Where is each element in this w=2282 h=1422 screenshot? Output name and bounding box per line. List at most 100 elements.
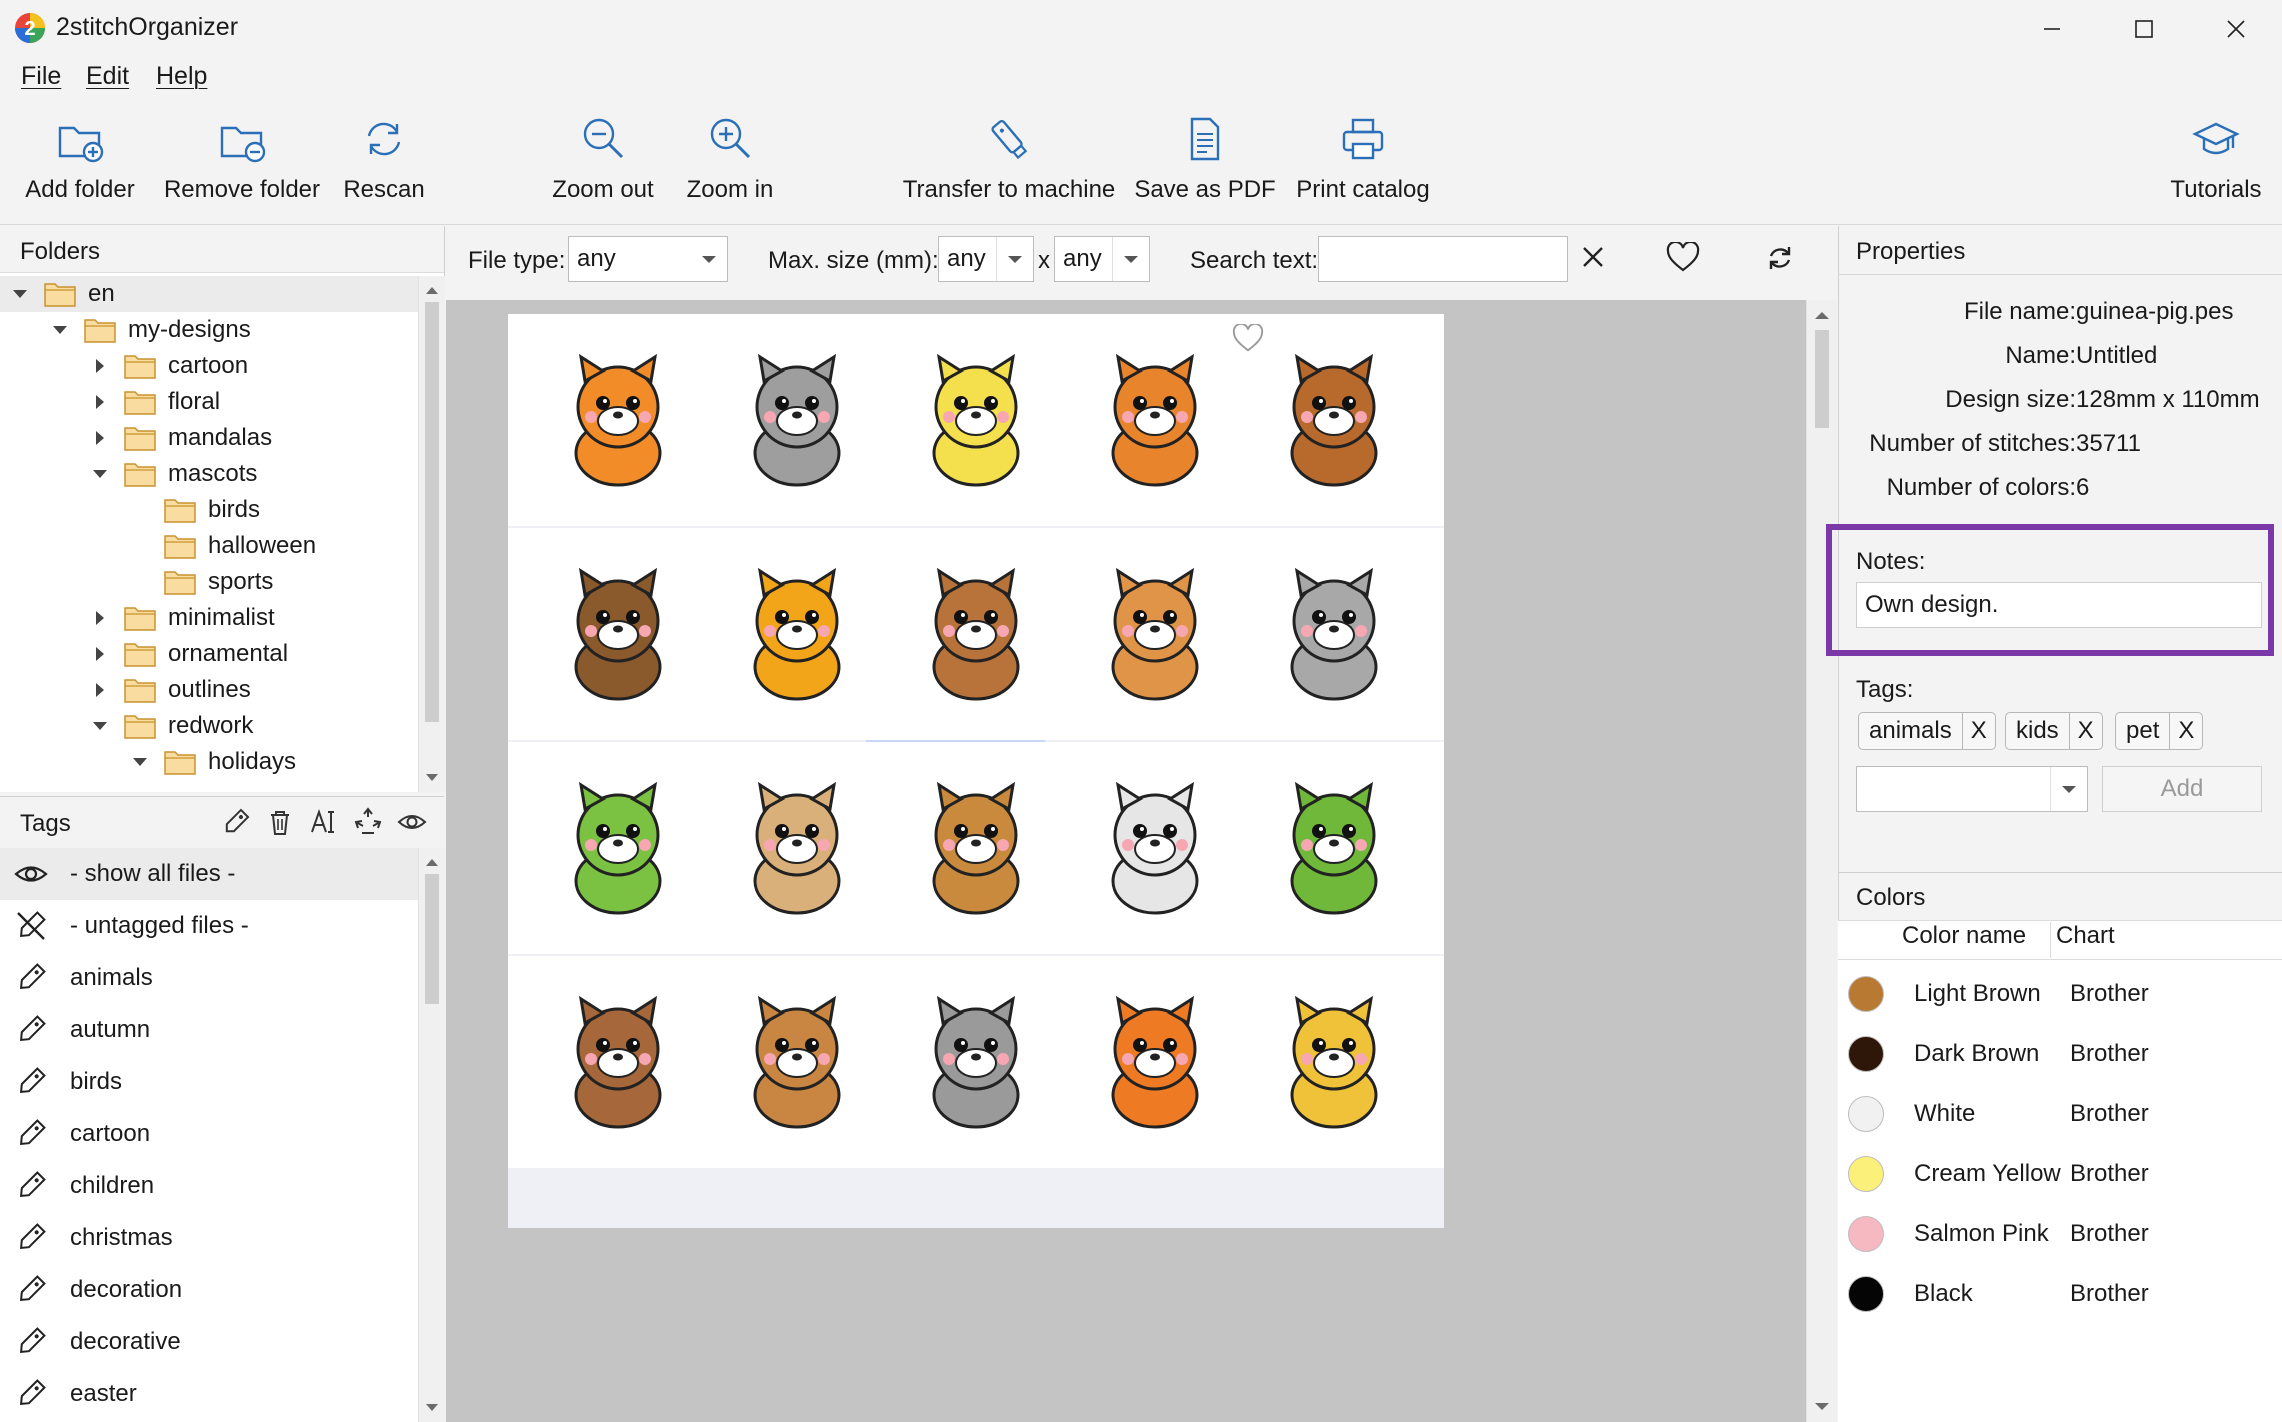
refresh-button[interactable] — [1764, 242, 1796, 274]
file-type-select[interactable]: any — [568, 236, 728, 282]
color-row[interactable]: White Brother — [1838, 1084, 2282, 1144]
tags-scroll-thumb[interactable] — [425, 874, 439, 1004]
folder-item[interactable]: mascots — [0, 456, 418, 492]
search-input[interactable] — [1318, 236, 1568, 282]
folder-item[interactable]: minimalist — [0, 600, 418, 636]
tag-icon — [19, 1119, 46, 1146]
tag-icon — [19, 1067, 46, 1094]
folder-item[interactable]: outlines — [0, 672, 418, 708]
column-divider[interactable] — [2050, 922, 2051, 958]
menu-edit[interactable]: Edit — [86, 62, 129, 91]
tag-item[interactable]: christmas — [0, 1212, 418, 1264]
remove-tag-button[interactable]: X — [1963, 713, 1995, 749]
tag-item[interactable]: autumn — [0, 1004, 418, 1056]
folder-item[interactable]: halloween — [0, 528, 418, 564]
folder-item[interactable]: holidays — [0, 744, 418, 780]
color-row[interactable]: Black Brother — [1838, 1264, 2282, 1324]
collapse-arrow-icon[interactable] — [90, 428, 110, 448]
folder-item[interactable]: my-designs — [0, 312, 418, 348]
folder-item[interactable]: birds — [0, 492, 418, 528]
grid-scrollbar[interactable] — [1806, 300, 1837, 1422]
eye-icon[interactable] — [396, 806, 428, 838]
trash-icon[interactable] — [264, 806, 296, 838]
remove-tag-button[interactable]: X — [2170, 713, 2202, 749]
tag-item[interactable]: easter — [0, 1368, 418, 1420]
add-tag-combobox[interactable] — [1856, 766, 2088, 812]
transfer-to-machine-button[interactable]: Transfer to machine — [900, 104, 1118, 216]
tag-item[interactable]: - show all files - — [0, 848, 418, 900]
collapse-arrow-icon[interactable] — [90, 680, 110, 700]
color-swatch — [1848, 1096, 1884, 1132]
tutorials-button[interactable]: Tutorials — [2160, 104, 2272, 216]
favorite-heart-icon[interactable] — [1232, 324, 1264, 354]
folder-item[interactable]: redwork — [0, 708, 418, 744]
expand-arrow-icon[interactable] — [90, 716, 110, 736]
zoom-out-button[interactable]: Zoom out — [546, 104, 660, 216]
color-row[interactable]: Cream Yellow Brother — [1838, 1144, 2282, 1204]
stitches-label: Number of stitches: — [1869, 430, 2076, 457]
folder-item[interactable]: mandalas — [0, 420, 418, 456]
folder-item[interactable]: ornamental — [0, 636, 418, 672]
color-row[interactable]: Light Brown Brother — [1838, 964, 2282, 1024]
tag-item[interactable]: cartoon — [0, 1108, 418, 1160]
notes-input[interactable]: Own design. — [1856, 582, 2262, 628]
file-card[interactable] — [1224, 956, 1444, 1228]
color-row[interactable]: Dark Brown Brother — [1838, 1024, 2282, 1084]
folder-item[interactable]: en — [0, 276, 418, 312]
remove-tag-button[interactable]: X — [2070, 713, 2102, 749]
add-folder-button[interactable]: Add folder — [14, 104, 146, 216]
clear-search-button[interactable] — [1578, 242, 1608, 272]
remove-folder-label: Remove folder — [163, 176, 321, 203]
max-height-select[interactable]: any — [1054, 236, 1150, 282]
menu-help[interactable]: Help — [156, 62, 207, 91]
close-button[interactable] — [2190, 0, 2282, 58]
tag-item[interactable]: children — [0, 1160, 418, 1212]
folders-scrollbar[interactable] — [418, 276, 445, 792]
tags-scrollbar[interactable] — [418, 848, 445, 1422]
tag-item[interactable]: decorative — [0, 1316, 418, 1368]
minimize-button[interactable] — [2006, 0, 2098, 58]
maximize-button[interactable] — [2098, 0, 2190, 58]
folder-item[interactable]: sports — [0, 564, 418, 600]
embroidery-thumbnail-icon — [932, 353, 1020, 487]
folders-scroll-thumb[interactable] — [425, 302, 439, 722]
save-as-pdf-button[interactable]: Save as PDF — [1134, 104, 1276, 216]
max-width-select[interactable]: any — [938, 236, 1034, 282]
favorites-filter-button[interactable] — [1666, 242, 1700, 274]
remove-folder-button[interactable]: Remove folder — [160, 104, 324, 216]
title-bar — [0, 0, 2282, 58]
folder-item[interactable]: floral — [0, 384, 418, 420]
folders-title: Folders — [20, 238, 101, 265]
print-catalog-button[interactable]: Print catalog — [1290, 104, 1436, 216]
collapse-arrow-icon[interactable] — [90, 392, 110, 412]
tags-label: Tags: — [1856, 676, 1914, 703]
folder-item[interactable]: cartoon — [0, 348, 418, 384]
grid-scroll-thumb[interactable] — [1815, 330, 1829, 428]
tag-item[interactable]: birds — [0, 1056, 418, 1108]
collapse-arrow-icon[interactable] — [90, 608, 110, 628]
tag-item[interactable]: decoration — [0, 1264, 418, 1316]
color-row[interactable]: Salmon Pink Brother — [1838, 1204, 2282, 1264]
name-value[interactable]: Untitled — [2076, 342, 2157, 370]
expand-arrow-icon[interactable] — [130, 752, 150, 772]
rename-icon[interactable] — [308, 806, 340, 838]
collapse-arrow-icon[interactable] — [90, 644, 110, 664]
add-tag-button[interactable]: Add — [2102, 766, 2262, 812]
new-tag-icon[interactable] — [220, 806, 252, 838]
remove-folder-icon — [220, 126, 266, 163]
tag-item[interactable]: - untagged files - — [0, 900, 418, 952]
collapse-arrow-icon[interactable] — [90, 356, 110, 376]
thumbnail — [1224, 528, 1444, 740]
menu-file[interactable]: File — [21, 62, 61, 91]
embroidery-thumbnail-icon — [753, 353, 841, 487]
zoom-in-button[interactable]: Zoom in — [678, 104, 782, 216]
expand-arrow-icon[interactable] — [90, 464, 110, 484]
tag-item[interactable]: animals — [0, 952, 418, 1004]
rescan-button[interactable]: Rescan — [336, 104, 432, 216]
scroll-down-icon — [1815, 1403, 1829, 1410]
recycle-icon[interactable] — [352, 806, 384, 838]
color-name-header[interactable]: Color name — [1902, 922, 2026, 950]
expand-arrow-icon[interactable] — [10, 284, 30, 304]
chart-header[interactable]: Chart — [2056, 922, 2115, 950]
expand-arrow-icon[interactable] — [50, 320, 70, 340]
